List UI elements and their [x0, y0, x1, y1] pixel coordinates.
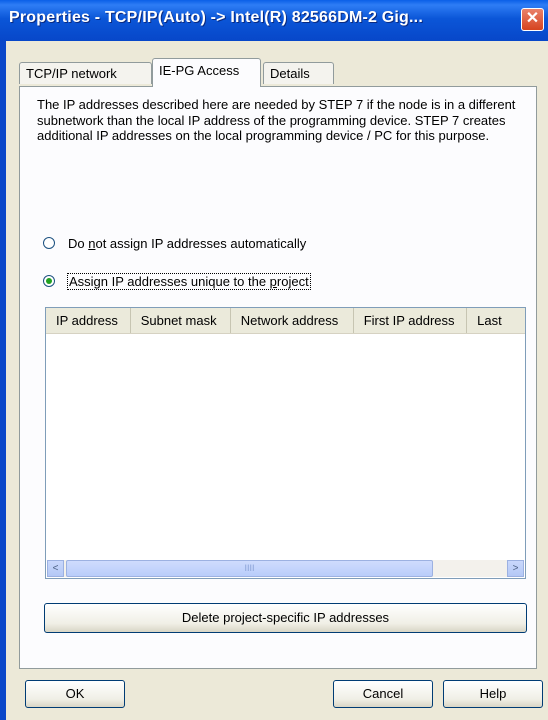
ok-button[interactable]: OK: [25, 680, 125, 708]
chevron-left-icon: <: [52, 563, 59, 574]
scroll-right-button[interactable]: >: [507, 560, 524, 577]
tab-label: TCP/IP network: [26, 66, 117, 81]
tab-label: IE-PG Access: [159, 63, 240, 78]
description-text: The IP addresses described here are need…: [37, 97, 516, 144]
chevron-right-icon: >: [512, 563, 519, 574]
properties-dialog: Properties - TCP/IP(Auto) -> Intel(R) 82…: [0, 0, 548, 720]
radio-button-unchecked[interactable]: [43, 237, 55, 249]
tab-ie-pg-access[interactable]: IE-PG Access: [152, 58, 261, 87]
ip-address-list[interactable]: IP address Subnet mask Network address F…: [45, 307, 526, 579]
close-icon: ✕: [525, 10, 540, 27]
tab-tcpip-network[interactable]: TCP/IP network: [19, 62, 152, 84]
radio-label: Assign IP addresses unique to the projec…: [67, 272, 311, 290]
radio-do-not-assign[interactable]: Do not assign IP addresses automatically: [43, 233, 306, 253]
tab-details[interactable]: Details: [263, 62, 334, 84]
delete-ip-addresses-button[interactable]: Delete project-specific IP addresses: [44, 603, 527, 633]
scrollbar-thumb[interactable]: IIII: [66, 560, 433, 577]
list-header: IP address Subnet mask Network address F…: [46, 308, 525, 334]
tab-label: Details: [270, 66, 310, 81]
column-header-network-address[interactable]: Network address: [231, 308, 354, 333]
window-frame-left: [0, 41, 6, 720]
column-header-subnet-mask[interactable]: Subnet mask: [131, 308, 231, 333]
radio-assign-unique[interactable]: Assign IP addresses unique to the projec…: [43, 271, 311, 291]
window-title: Properties - TCP/IP(Auto) -> Intel(R) 82…: [9, 9, 423, 26]
help-button[interactable]: Help: [443, 680, 543, 708]
radio-label: Do not assign IP addresses automatically: [68, 235, 307, 251]
scroll-left-button[interactable]: <: [47, 560, 64, 577]
close-button[interactable]: ✕: [521, 8, 544, 31]
title-bar[interactable]: Properties - TCP/IP(Auto) -> Intel(R) 82…: [0, 0, 548, 41]
cancel-button[interactable]: Cancel: [333, 680, 433, 708]
column-header-last[interactable]: Last: [467, 308, 525, 333]
column-header-first-ip-address[interactable]: First IP address: [354, 308, 468, 333]
column-header-ip-address[interactable]: IP address: [46, 308, 131, 333]
grip-icon: IIII: [244, 563, 255, 573]
horizontal-scrollbar[interactable]: < IIII >: [47, 560, 524, 577]
radio-button-checked[interactable]: [43, 275, 55, 287]
